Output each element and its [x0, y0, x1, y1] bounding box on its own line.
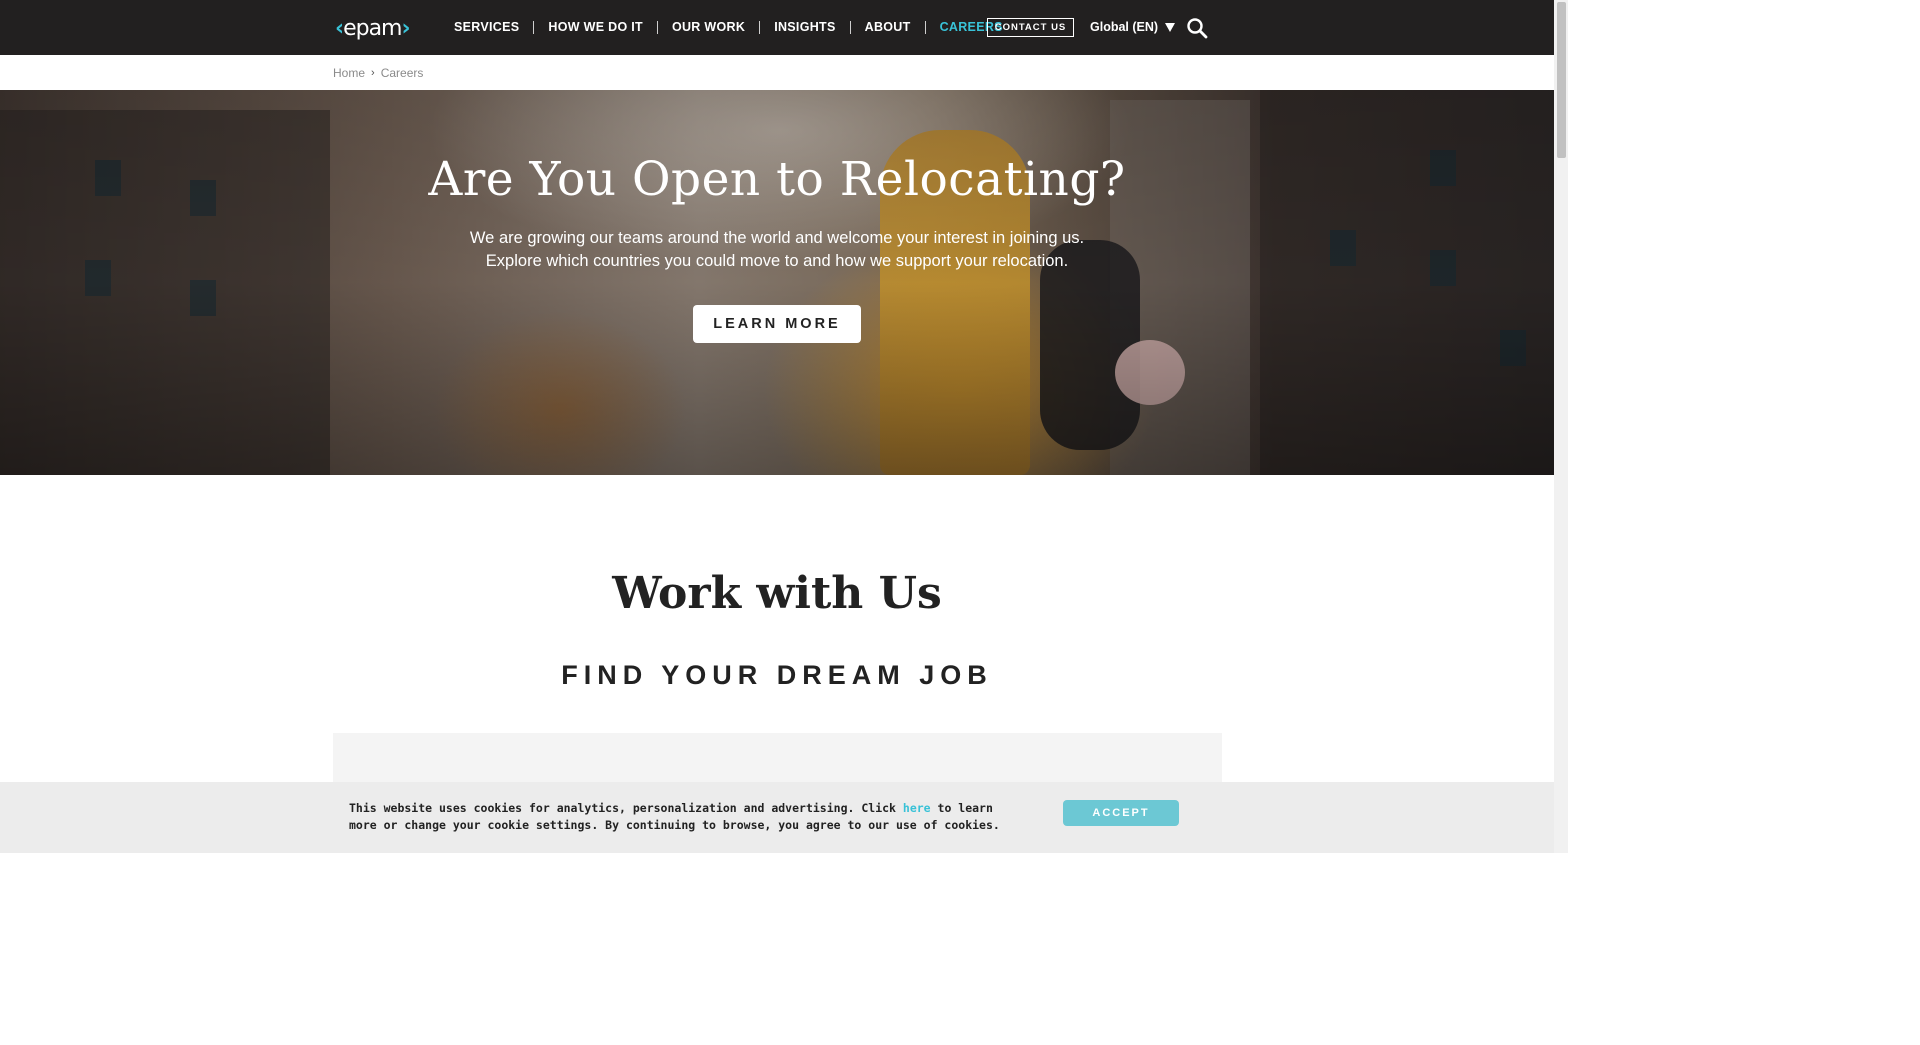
contact-us-button[interactable]: CONTACT US — [987, 18, 1074, 37]
logo-left-bracket: ‹ — [335, 15, 344, 41]
nav-insights[interactable]: INSIGHTS — [760, 21, 851, 34]
cookie-here-link[interactable]: here — [903, 801, 931, 815]
accept-cookies-button[interactable]: ACCEPT — [1063, 800, 1179, 826]
learn-more-button[interactable]: LEARN MORE — [693, 305, 861, 343]
section-title: Work with Us — [612, 568, 942, 619]
nav-services[interactable]: SERVICES — [440, 21, 535, 34]
chevron-right-icon: › — [371, 67, 375, 79]
hero-description-line-1: We are growing our teams around the worl… — [469, 229, 1085, 247]
nav-our-work[interactable]: OUR WORK — [658, 21, 761, 34]
breadcrumb-home[interactable]: Home — [333, 66, 365, 80]
main-nav: SERVICES HOW WE DO IT OUR WORK INSIGHTS … — [440, 0, 1017, 55]
section-subtitle: FIND YOUR DREAM JOB — [561, 660, 993, 690]
hero-description-line-2: Explore which countries you could move t… — [485, 252, 1069, 270]
logo-right-bracket: › — [401, 15, 411, 41]
epam-logo[interactable]: ‹ epam › — [335, 14, 411, 42]
hero-overlay — [0, 90, 1554, 475]
breadcrumb: Home › Careers — [333, 66, 423, 80]
hero-title: Are You Open to Relocating? — [428, 152, 1126, 207]
top-navigation-bar: ‹ epam › SERVICES HOW WE DO IT OUR WORK … — [0, 0, 1554, 55]
search-icon[interactable] — [1186, 17, 1208, 39]
cookie-message: This website uses cookies for analytics,… — [349, 800, 1009, 834]
hero-banner: Are You Open to Relocating? We are growi… — [0, 90, 1554, 475]
language-selector[interactable]: Global (EN) — [1090, 20, 1176, 34]
cookie-banner: This website uses cookies for analytics,… — [0, 782, 1554, 853]
logo-text: epam — [343, 15, 402, 41]
nav-how-we-do-it[interactable]: HOW WE DO IT — [534, 21, 658, 34]
language-label: Global (EN) — [1090, 20, 1159, 34]
hero-description: We are growing our teams around the worl… — [0, 227, 1554, 273]
nav-about[interactable]: ABOUT — [851, 21, 926, 34]
caret-down-icon — [1165, 22, 1176, 32]
cookie-text-before: This website uses cookies for analytics,… — [349, 801, 903, 815]
breadcrumb-careers[interactable]: Careers — [381, 66, 424, 80]
scrollbar-thumb[interactable] — [1557, 2, 1566, 158]
